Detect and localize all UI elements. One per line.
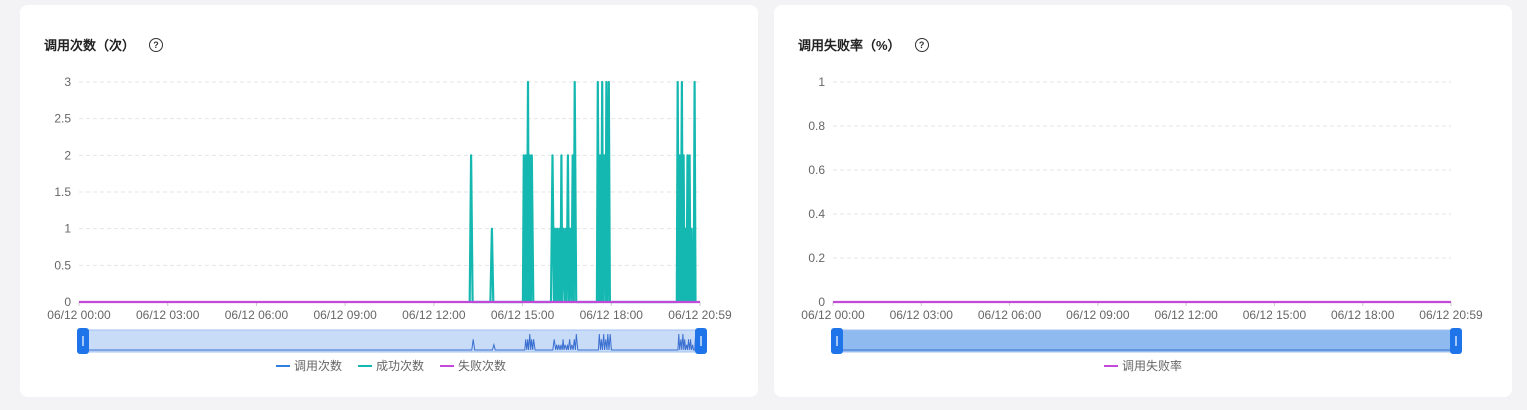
y-tick-label: 1 (64, 222, 71, 236)
y-tick-label: 0.2 (808, 251, 825, 265)
x-tick-label: 06/12 15:00 (1243, 308, 1307, 322)
legend-swatch (440, 364, 455, 367)
call-count-panel: 调用次数（次） ? 0 0.5 1 1.5 2 2.5 3 06/12 00:00 06/12 … (20, 5, 758, 397)
x-tick-label: 06/12 15:00 (491, 308, 555, 322)
x-tick-label: 06/12 06:00 (225, 308, 289, 322)
zoom-window (836, 329, 1457, 353)
y-tick-label: 0.4 (808, 207, 825, 221)
y-tick-label: 0 (64, 295, 71, 309)
x-tick-label: 06/12 18:00 (580, 308, 644, 322)
x-tick-label: 06/12 00:00 (47, 308, 111, 322)
y-tick-label: 0.5 (54, 258, 71, 272)
y-tick-label: 0.6 (808, 163, 825, 177)
legend-swatch (276, 364, 290, 367)
x-tick-label: 06/12 03:00 (136, 308, 200, 322)
x-tick-label: 06/12 20:59 (668, 308, 732, 322)
legend-item[interactable]: 成功次数 (358, 357, 424, 374)
failure-rate-legend: 调用失败率 (1104, 357, 1182, 374)
y-tick-label: 1.5 (54, 185, 71, 199)
call-count-chart[interactable]: 0 0.5 1 1.5 2 2.5 3 06/12 00:00 06/12 03:00 06/12… (20, 5, 758, 365)
legend-item[interactable]: 调用失败率 (1104, 357, 1182, 374)
call-count-legend: 调用次数 成功次数 失败次数 (276, 357, 506, 374)
y-tick-label: 0.8 (808, 119, 825, 133)
x-tick-label: 06/12 20:59 (1419, 308, 1483, 322)
legend-item[interactable]: 调用次数 (276, 357, 342, 374)
x-tick-label: 06/12 12:00 (1154, 308, 1218, 322)
x-tick-label: 06/12 09:00 (1066, 308, 1130, 322)
y-tick-label: 0 (818, 295, 825, 309)
legend-item[interactable]: 失败次数 (440, 357, 506, 374)
y-tick-label: 2.5 (54, 112, 71, 126)
legend-swatch (1104, 364, 1118, 367)
x-tick-label: 06/12 03:00 (890, 308, 954, 322)
legend-label: 调用失败率 (1122, 359, 1183, 373)
legend-label: 调用次数 (294, 359, 343, 373)
x-tick-label: 06/12 06:00 (978, 308, 1042, 322)
x-tick-label: 06/12 00:00 (801, 308, 865, 322)
x-tick-label: 06/12 12:00 (402, 308, 466, 322)
failure-rate-chart[interactable]: 0 0.2 0.4 0.6 0.8 1 06/12 00:00 06/12 03:00 06/1… (774, 5, 1512, 365)
legend-swatch (358, 364, 373, 367)
y-tick-label: 3 (64, 75, 71, 89)
legend-label: 失败次数 (458, 359, 507, 373)
x-tick-label: 06/12 18:00 (1331, 308, 1395, 322)
failure-rate-panel: 调用失败率（%） ? 0 0.2 0.4 0.6 0.8 1 06/12 00:00 06/1… (774, 5, 1512, 397)
x-tick-label: 06/12 09:00 (313, 308, 377, 322)
y-tick-label: 2 (64, 148, 71, 162)
y-tick-label: 1 (818, 75, 825, 89)
legend-label: 成功次数 (376, 359, 425, 373)
